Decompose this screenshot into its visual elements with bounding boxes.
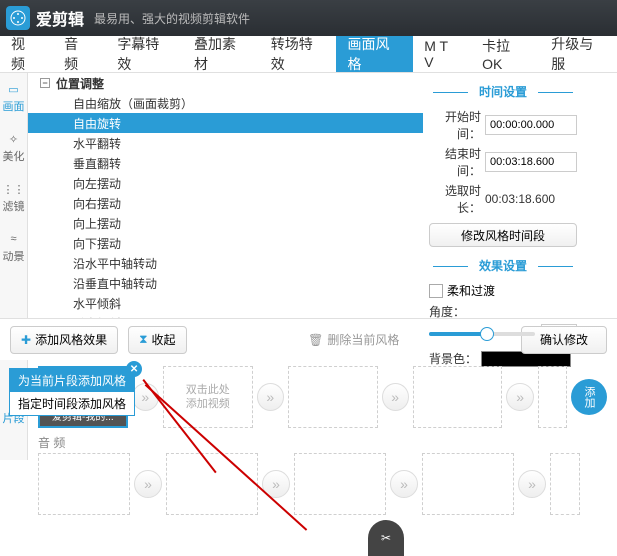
angle-slider[interactable] <box>429 332 535 336</box>
effect-item[interactable]: 沿水平中轴转动 <box>28 253 423 273</box>
rail-dynamic[interactable]: ≈动景 <box>0 223 27 273</box>
transition-slot[interactable]: » <box>518 470 546 498</box>
modify-time-button[interactable]: 修改风格时间段 <box>429 223 577 247</box>
effect-group-header[interactable]: −位置调整 <box>28 73 423 93</box>
duration-value: 00:03:18.600 <box>485 192 555 206</box>
end-time-label: 结束时间： <box>429 145 481 179</box>
audio-slot[interactable] <box>166 453 258 515</box>
rail-beauty[interactable]: ✧美化 <box>0 123 27 173</box>
trash-icon: 🗑 <box>308 333 323 347</box>
effect-item[interactable]: 垂直翻转 <box>28 153 423 173</box>
effect-item[interactable]: 沿垂直中轴转动 <box>28 273 423 293</box>
add-effect-button[interactable]: ✚添加风格效果 <box>10 326 118 354</box>
wave-icon: ≈ <box>5 232 23 246</box>
rail-filter[interactable]: ⋮⋮滤镜 <box>0 173 27 223</box>
delete-effect-button[interactable]: 🗑删除当前风格 <box>308 331 399 348</box>
transition-slot[interactable]: » <box>506 383 533 411</box>
tab-subtitle[interactable]: 字幕特效 <box>106 36 183 72</box>
tab-overlay[interactable]: 叠加素材 <box>183 36 260 72</box>
clip-slot[interactable] <box>288 366 378 428</box>
close-icon[interactable]: ✕ <box>126 361 142 377</box>
transition-slot[interactable]: » <box>134 470 162 498</box>
scissors-icon: ✂ <box>381 531 391 545</box>
effect-item[interactable]: 向右摆动 <box>28 193 423 213</box>
tab-karaoke[interactable]: 卡拉OK <box>471 36 540 72</box>
audio-track-label: 音 频 <box>38 434 607 451</box>
plus-icon: ✚ <box>21 333 31 347</box>
tab-upgrade[interactable]: 升级与服 <box>540 36 617 72</box>
effect-item[interactable]: 垂直倾斜 <box>28 313 423 318</box>
effect-item[interactable]: 水平翻转 <box>28 133 423 153</box>
tab-video[interactable]: 视 频 <box>0 36 53 72</box>
rail-screen[interactable]: ▭画面 <box>0 73 27 123</box>
app-logo <box>6 6 30 30</box>
tab-audio[interactable]: 音 频 <box>53 36 106 72</box>
filter-icon: ⋮⋮ <box>5 182 23 196</box>
screen-icon: ▭ <box>5 82 23 96</box>
scissors-button[interactable]: ✂ <box>368 520 404 556</box>
effect-item[interactable]: 向左摆动 <box>28 173 423 193</box>
start-time-input[interactable] <box>485 115 577 135</box>
soft-transition-label: 柔和过渡 <box>447 282 495 299</box>
slider-knob[interactable] <box>480 327 494 341</box>
start-time-label: 开始时间： <box>429 108 481 142</box>
time-section-title: 时间设置 <box>429 83 577 100</box>
transition-slot[interactable]: » <box>382 383 409 411</box>
menu-add-time-range[interactable]: 指定时间段添加风格 <box>10 392 134 415</box>
clip-slot[interactable] <box>538 366 567 428</box>
add-video-placeholder[interactable]: 双击此处 添加视频 <box>163 366 253 428</box>
duration-label: 选取时长： <box>429 182 481 216</box>
menu-add-current-clip[interactable]: 为当前片段添加风格 <box>10 369 134 392</box>
collapse-button[interactable]: ⧗收起 <box>128 326 186 354</box>
effect-list[interactable]: −位置调整 自由缩放（画面裁剪） 自由旋转 水平翻转 垂直翻转 向左摆动 向右摆… <box>28 73 423 318</box>
fx-section-title: 效果设置 <box>429 257 577 274</box>
main-tabs: 视 频 音 频 字幕特效 叠加素材 转场特效 画面风格 M T V 卡拉OK 升… <box>0 36 617 72</box>
add-effect-popup: 为当前片段添加风格 指定时间段添加风格 ✕ <box>9 368 135 416</box>
collapse-icon: − <box>40 78 50 88</box>
tab-style[interactable]: 画面风格 <box>336 36 413 72</box>
audio-slot[interactable] <box>38 453 130 515</box>
effect-item[interactable]: 自由缩放（画面裁剪） <box>28 93 423 113</box>
add-clip-button[interactable]: 添加 <box>571 379 607 415</box>
titlebar: 爱剪辑 最易用、强大的视频剪辑软件 <box>0 0 617 36</box>
category-rail: ▭画面 ✧美化 ⋮⋮滤镜 ≈动景 <box>0 73 28 318</box>
settings-panel: 时间设置 开始时间： 结束时间： 选取时长： 00:03:18.600 修改风格时… <box>423 73 583 318</box>
audio-slot[interactable] <box>294 453 386 515</box>
audio-slot[interactable] <box>550 453 580 515</box>
effect-item[interactable]: 自由旋转 <box>28 113 423 133</box>
effect-item[interactable]: 水平倾斜 <box>28 293 423 313</box>
audio-track: » » » » <box>38 453 607 515</box>
soft-transition-checkbox[interactable] <box>429 284 443 298</box>
tab-transition[interactable]: 转场特效 <box>260 36 337 72</box>
tab-mtv[interactable]: M T V <box>413 36 471 72</box>
end-time-input[interactable] <box>485 152 577 172</box>
audio-slot[interactable] <box>422 453 514 515</box>
sparkle-icon: ✧ <box>5 132 23 146</box>
angle-label: 角度： <box>429 303 465 320</box>
transition-slot[interactable]: » <box>257 383 284 411</box>
app-name: 爱剪辑 <box>36 6 84 30</box>
hourglass-icon: ⧗ <box>139 332 147 347</box>
clip-slot[interactable] <box>413 366 503 428</box>
transition-slot[interactable]: » <box>390 470 418 498</box>
effect-item[interactable]: 向上摆动 <box>28 213 423 233</box>
app-subtitle: 最易用、强大的视频剪辑软件 <box>94 10 250 27</box>
confirm-button[interactable]: 确认修改 <box>521 326 607 354</box>
effect-item[interactable]: 向下摆动 <box>28 233 423 253</box>
